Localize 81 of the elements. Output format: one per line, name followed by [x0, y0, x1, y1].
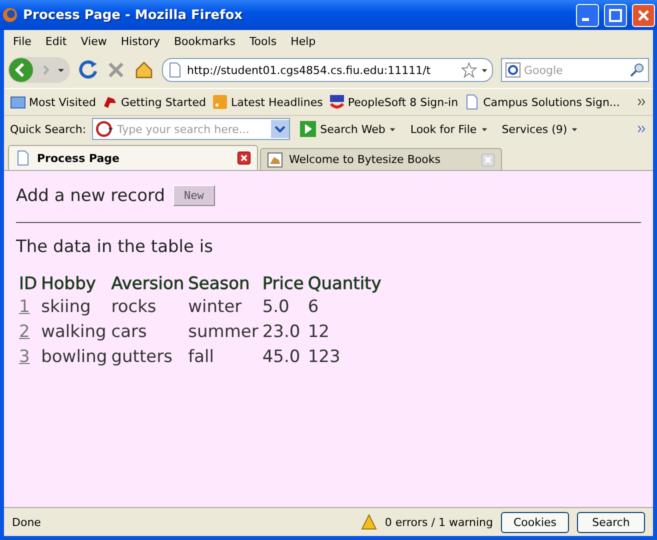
caret-icon: [571, 126, 578, 132]
column-header: Season: [187, 273, 251, 295]
menu-item[interactable]: Bookmarks: [168, 32, 240, 50]
bookmark-item[interactable]: Most Visited: [10, 94, 96, 110]
dropdown-icon: [271, 120, 290, 138]
table-cell-text: bowling: [40, 346, 108, 369]
caret-icon: [481, 66, 488, 74]
address-field[interactable]: http://student01.cgs4854.cs.fiu.edu:11111/t: [162, 58, 493, 82]
bird-icon: [102, 94, 118, 110]
table-cell-text: 23.0: [261, 321, 302, 344]
search-icon: [629, 62, 645, 78]
warning-count[interactable]: 0 errors / 1 warning: [384, 516, 493, 528]
menu-item[interactable]: Tools: [244, 32, 282, 50]
stop-icon: [106, 60, 126, 80]
record-link[interactable]: 1: [19, 297, 30, 317]
column-header: Hobby: [40, 273, 97, 295]
bookmark-item[interactable]: Campus Solutions Sign...: [464, 94, 620, 110]
table-cell-text: skiing: [40, 296, 92, 319]
home-icon: [134, 60, 154, 80]
quick-search-label: Quick Search:: [10, 122, 86, 136]
chevron-icon: [637, 124, 647, 134]
new-button[interactable]: New: [172, 185, 215, 206]
table-intro: The data in the table is: [16, 237, 214, 257]
menu-item[interactable]: Edit: [40, 32, 72, 50]
record-link[interactable]: 3: [19, 347, 30, 367]
status-button[interactable]: Search: [577, 512, 645, 532]
column-header: Quantity: [306, 273, 382, 295]
table-cell-text: 45.0: [261, 346, 302, 369]
add-record-label: Add a new record: [16, 186, 165, 206]
star-icon: [461, 62, 477, 78]
table-cell-text: cars: [110, 321, 148, 344]
table-cell-text: 6: [306, 296, 320, 319]
column-header: Price: [261, 273, 305, 295]
table-cell-text: summer: [187, 321, 260, 344]
back-forward-control[interactable]: [8, 57, 70, 83]
close-icon: [237, 151, 251, 165]
table-cell-text: 123: [306, 346, 342, 369]
warning-icon: [360, 514, 377, 530]
menu-item[interactable]: History: [116, 32, 165, 50]
window-title: Process Page - Mozilla Firefox: [23, 8, 244, 22]
browser-tab[interactable]: Process Page: [8, 145, 258, 170]
reload-icon: [78, 60, 98, 80]
bookmark-item[interactable]: Latest Headlines: [212, 94, 323, 110]
toolbar-button[interactable]: Search Web: [296, 121, 400, 137]
record-link[interactable]: 2: [19, 322, 30, 342]
chevron-icon: [637, 97, 647, 107]
google-icon: [505, 62, 521, 78]
bookmark-item[interactable]: PeopleSoft 8 Sign-in: [328, 94, 458, 110]
feed-icon: [212, 94, 228, 110]
menu-item[interactable]: File: [8, 32, 36, 50]
status-text: Done: [12, 516, 42, 528]
browser-tab[interactable]: Welcome to Bytesize Books: [260, 148, 502, 170]
page-icon: [464, 94, 480, 110]
close-icon: [481, 152, 495, 166]
maximize-icon[interactable]: [604, 4, 627, 26]
column-header: ID: [18, 273, 38, 295]
status-button[interactable]: Cookies: [501, 512, 569, 532]
logo-icon: [328, 94, 345, 110]
menu-item[interactable]: View: [76, 32, 112, 50]
cat-icon: [267, 152, 283, 168]
firefox-icon: [2, 7, 18, 23]
table-cell-text: 12: [306, 321, 330, 344]
page-icon: [167, 62, 183, 78]
toolbar-button[interactable]: Look for File: [406, 122, 492, 136]
play-icon: [300, 121, 316, 137]
table-cell-text: rocks: [110, 296, 158, 319]
table-cell-text: walking: [40, 321, 108, 344]
caret-icon: [480, 126, 488, 132]
folder-icon: [10, 94, 26, 110]
table-cell-text: fall: [187, 346, 215, 369]
table-cell-text: gutters: [110, 346, 174, 369]
minimize-icon[interactable]: [576, 4, 599, 26]
toolbar-button[interactable]: Services (9): [498, 122, 582, 136]
menu-item[interactable]: Help: [286, 32, 321, 50]
table-cell-text: winter: [187, 296, 243, 319]
table-cell-text: 5.0: [261, 296, 290, 319]
column-header: Aversion: [110, 273, 186, 295]
close-icon[interactable]: [632, 4, 655, 26]
page-icon: [15, 150, 31, 166]
caret-icon: [389, 126, 396, 132]
bookmark-item[interactable]: Getting Started: [102, 94, 206, 110]
